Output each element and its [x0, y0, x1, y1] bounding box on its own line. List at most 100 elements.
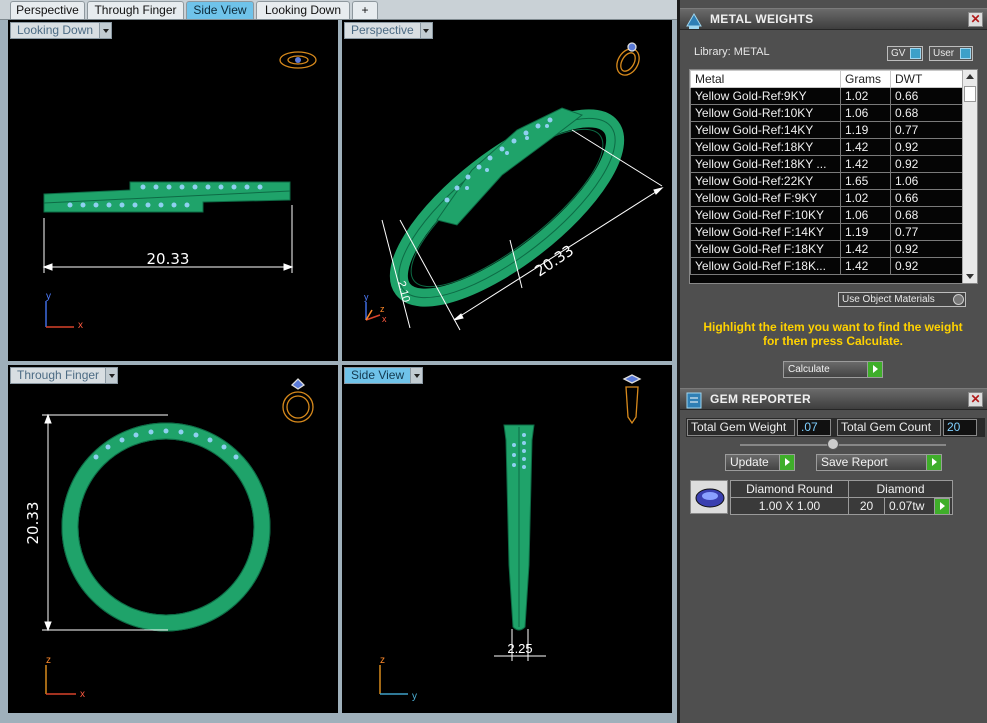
update-button[interactable]: Update — [725, 454, 795, 471]
table-row[interactable]: Yellow Gold-Ref:18KY 1.42 0.92 — [690, 138, 963, 156]
metal-weights-table: Metal Grams DWT Yellow Gold-Ref:9KY 1.02 0… — [690, 70, 963, 275]
chevron-down-icon[interactable] — [105, 368, 118, 383]
ring-preview-icon — [616, 42, 640, 76]
dimension-label: 2.25 — [507, 641, 532, 656]
table-scrollbar[interactable] — [962, 70, 977, 283]
total-gem-count-label: Total Gem Count — [837, 419, 941, 436]
library-value: METAL — [733, 46, 770, 58]
gem-reporter-header: GEM REPORTER ✕ — [680, 388, 987, 410]
svg-text:x: x — [382, 314, 387, 324]
dimension-label: 20.33 — [24, 502, 42, 545]
right-panel: METAL WEIGHTS ✕ Library: METAL GV User M… — [677, 0, 987, 723]
diamond-round-icon — [695, 488, 725, 508]
play-icon — [867, 362, 882, 377]
axis-indicator: z x — [45, 655, 85, 700]
total-gem-weight-value: .07 — [797, 419, 831, 436]
viewport-tab-strip: Perspective Through Finger Side View Loo… — [0, 0, 677, 20]
tab-through-finger[interactable]: Through Finger — [87, 1, 184, 19]
gv-toggle[interactable]: GV — [887, 46, 923, 61]
viewport-label-side-view[interactable]: Side View — [344, 367, 424, 384]
gem-list-table: Diamond Round Diamond 1.00 X 1.00 20 0.0… — [730, 480, 953, 515]
table-row[interactable]: Yellow Gold-Ref F:14KY 1.19 0.77 — [690, 223, 963, 241]
svg-text:z: z — [380, 655, 385, 666]
svg-text:y: y — [46, 291, 51, 302]
table-row[interactable]: Diamond Round Diamond — [730, 480, 953, 498]
play-icon — [926, 455, 941, 470]
axis-indicator: y x — [45, 291, 83, 331]
ring-side-view — [503, 424, 535, 631]
ring-front-view — [61, 422, 271, 632]
viewport-looking-down[interactable]: 20.33 y x Looking Down — [8, 20, 338, 361]
metal-hint-text: Highlight the item you want to find the … — [703, 320, 963, 348]
scroll-down-icon[interactable] — [966, 274, 974, 279]
dimension-label: 20.33 — [147, 250, 190, 268]
close-icon[interactable]: ✕ — [968, 392, 983, 407]
gem-select-button[interactable] — [934, 498, 950, 515]
ring-preview-icon — [282, 378, 314, 423]
tab-perspective[interactable]: Perspective — [10, 1, 85, 19]
column-header-dwt[interactable]: DWT — [890, 70, 963, 88]
viewport-perspective[interactable]: 20.33 2.10 y z x Perspective — [342, 20, 672, 361]
table-row[interactable]: Yellow Gold-Ref:18KY ... 1.42 0.92 — [690, 155, 963, 173]
matrix-cad-window: Perspective Through Finger Side View Loo… — [0, 0, 987, 723]
axis-indicator: y z x — [364, 292, 387, 324]
gem-material: Diamond — [848, 480, 953, 498]
calculate-button[interactable]: Calculate — [783, 361, 883, 378]
table-row[interactable]: Yellow Gold-Ref:10KY 1.06 0.68 — [690, 104, 963, 122]
play-icon — [779, 455, 794, 470]
viewport-label-perspective[interactable]: Perspective — [344, 22, 433, 39]
svg-text:x: x — [78, 320, 83, 331]
ring-preview-icon — [279, 51, 317, 69]
ring-perspective-view — [389, 107, 625, 307]
scroll-up-icon[interactable] — [966, 74, 974, 79]
tab-looking-down[interactable]: Looking Down — [256, 1, 350, 19]
user-toggle[interactable]: User — [929, 46, 973, 61]
svg-text:x: x — [80, 689, 85, 700]
gem-count: 20 — [848, 497, 885, 515]
column-header-metal[interactable]: Metal — [690, 70, 841, 88]
axis-indicator: z y — [379, 655, 417, 702]
viewport-grid: 20.33 y x Looking Down 20.33 2.10 y z x … — [0, 20, 677, 723]
svg-text:y: y — [412, 691, 417, 702]
add-tab-button[interactable]: + — [352, 1, 378, 19]
save-report-button[interactable]: Save Report — [816, 454, 942, 471]
ring-top-view — [43, 181, 291, 213]
tab-side-view[interactable]: Side View — [186, 1, 254, 19]
svg-text:y: y — [364, 292, 369, 302]
metal-weights-header: METAL WEIGHTS ✕ — [680, 8, 987, 30]
total-gem-weight-label: Total Gem Weight — [687, 419, 795, 436]
close-icon[interactable]: ✕ — [968, 12, 983, 27]
gem-slider-track[interactable] — [740, 444, 946, 446]
report-icon — [686, 392, 702, 409]
table-row[interactable]: Yellow Gold-Ref:14KY 1.19 0.77 — [690, 121, 963, 139]
viewport-label-looking-down[interactable]: Looking Down — [10, 22, 113, 39]
chevron-down-icon[interactable] — [419, 23, 432, 38]
table-row[interactable]: Yellow Gold-Ref:9KY 1.02 0.66 — [690, 87, 963, 105]
table-row[interactable]: Yellow Gold-Ref F:18KY 1.42 0.92 — [690, 240, 963, 258]
play-icon — [934, 499, 949, 514]
svg-text:z: z — [46, 655, 51, 666]
viewport-through-finger[interactable]: 20.33 z x Through Finger — [8, 365, 338, 713]
table-row[interactable]: Yellow Gold-Ref F:10KY 1.06 0.68 — [690, 206, 963, 224]
table-row[interactable]: Yellow Gold-Ref F:18K... 1.42 0.92 — [690, 257, 963, 275]
total-gem-count-value: 20 — [943, 419, 977, 436]
table-row[interactable]: 1.00 X 1.00 20 0.07tw — [730, 497, 953, 515]
chevron-down-icon[interactable] — [410, 368, 423, 383]
scroll-thumb[interactable] — [964, 86, 976, 102]
chevron-down-icon[interactable] — [99, 23, 112, 38]
metal-table-container[interactable]: Metal Grams DWT Yellow Gold-Ref:9KY 1.02 0… — [689, 69, 978, 284]
gem-thumbnail[interactable] — [690, 480, 728, 514]
gem-slider-handle[interactable] — [827, 438, 839, 450]
column-header-grams[interactable]: Grams — [840, 70, 891, 88]
use-object-materials-button[interactable]: Use Object Materials — [838, 292, 966, 307]
table-row[interactable]: Yellow Gold-Ref F:9KY 1.02 0.66 — [690, 189, 963, 207]
svg-text:z: z — [380, 304, 385, 314]
viewport-side-view[interactable]: 2.25 z y Side View — [342, 365, 672, 713]
viewport-label-through-finger[interactable]: Through Finger — [10, 367, 119, 384]
ring-preview-icon — [622, 374, 642, 425]
gem-size: 1.00 X 1.00 — [730, 497, 849, 515]
scale-icon — [686, 13, 702, 29]
gem-shape: Diamond Round — [730, 480, 849, 498]
table-row[interactable]: Yellow Gold-Ref:22KY 1.65 1.06 — [690, 172, 963, 190]
library-label: Library: — [694, 46, 731, 58]
